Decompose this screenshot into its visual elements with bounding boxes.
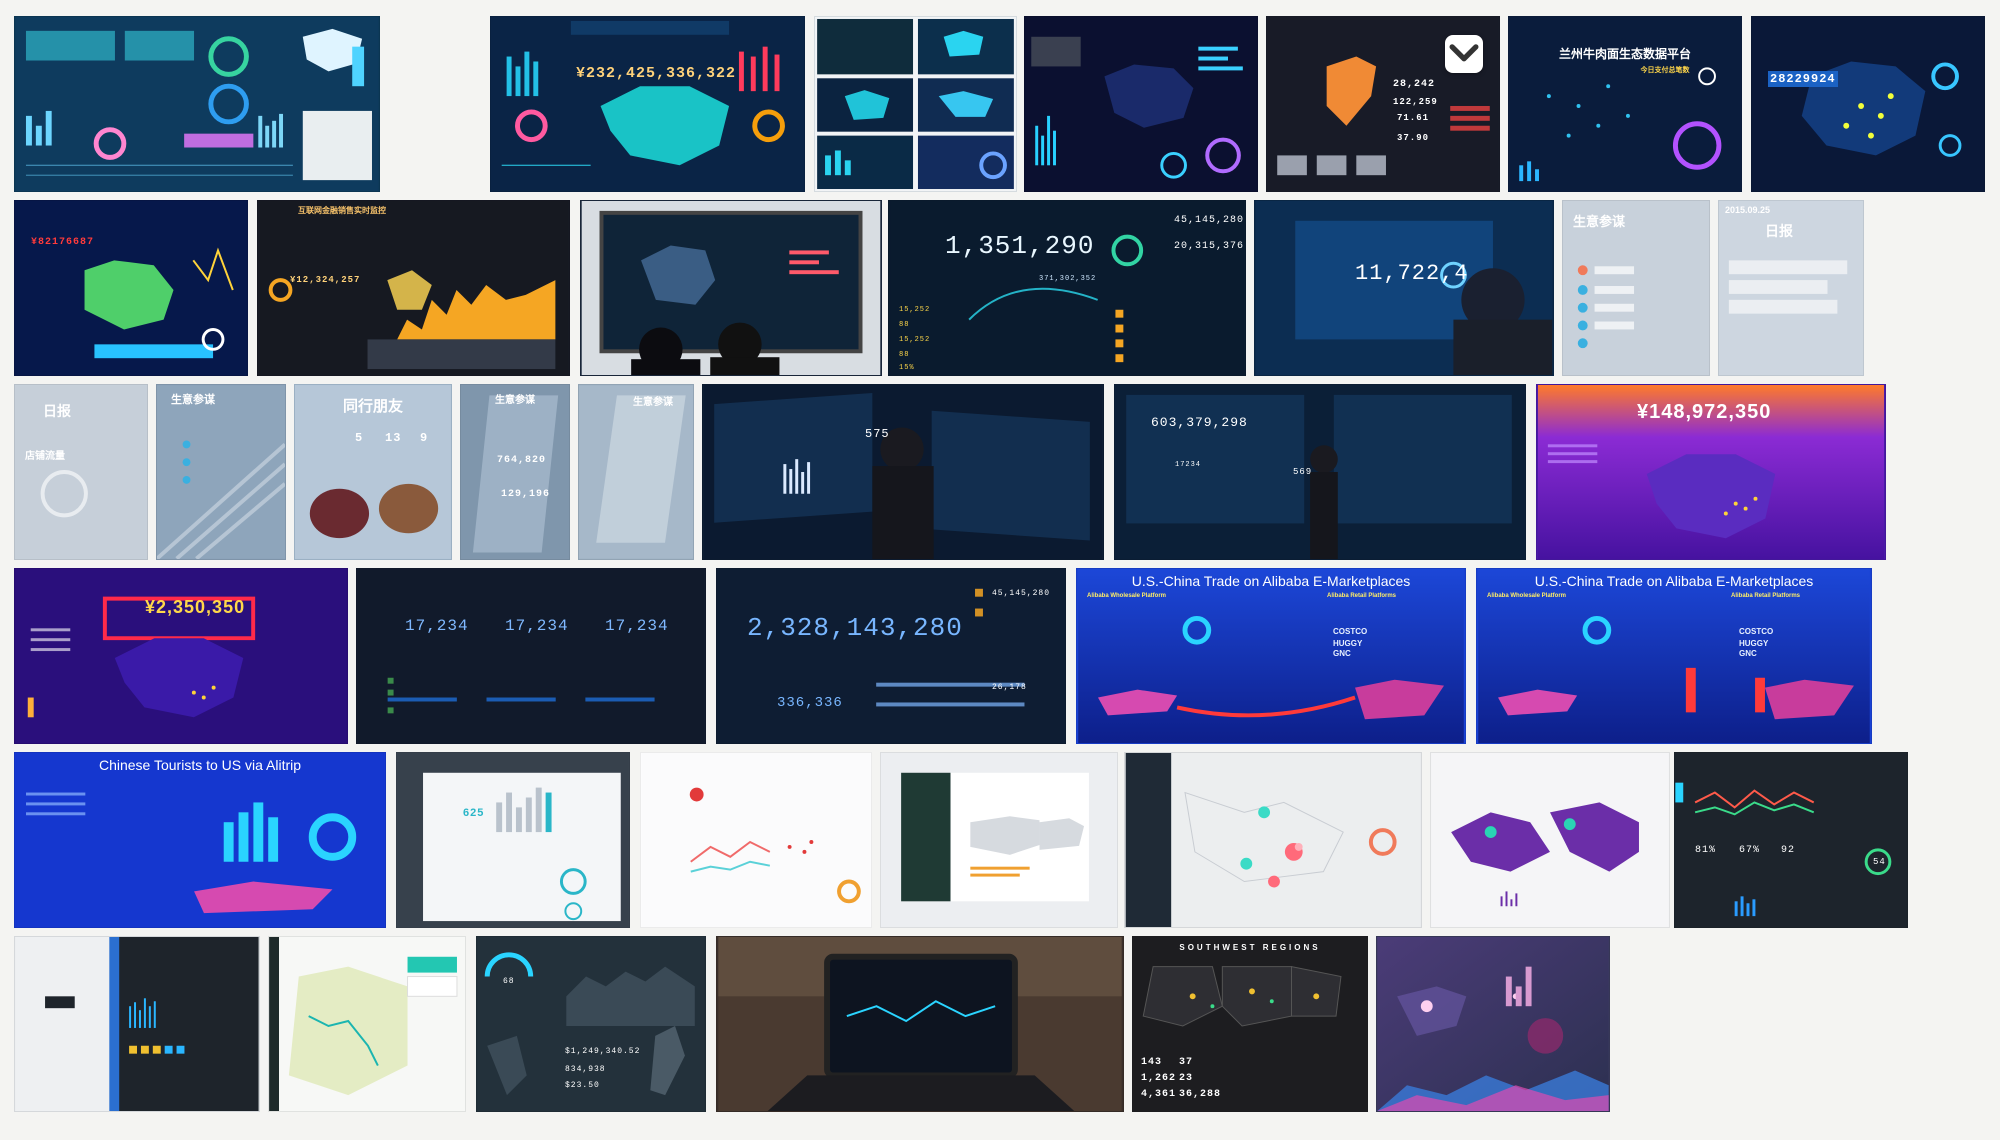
thumbnail-graphic [1133,937,1367,1111]
photo-thumbnail-16[interactable]: 生意参谋 [156,384,286,560]
dashboard-thumbnail-34[interactable]: 81% 67% 92 54 [1674,752,1908,928]
thumbnail-graphic [718,937,1122,1111]
thumbnail-graphic [269,937,465,1111]
dashboard-thumbnail-28[interactable]: Chinese Tourists to US via Alitrip [14,752,386,928]
thumbnail-graphic [461,385,569,559]
photo-thumbnail-38[interactable] [716,936,1124,1112]
chevron-down-icon [1449,44,1479,62]
dashboard-thumbnail-27[interactable]: U.S.-China Trade on Alibaba E-Marketplac… [1476,568,1872,744]
thumbnail-graphic [641,753,871,927]
thumbnail-graphic [1537,385,1885,559]
dashboard-thumbnail-25[interactable]: 2,328,143,280 336,336 45,145,280 26,178 [716,568,1066,744]
thumbnail-graphic [397,753,629,927]
photo-thumbnail-12[interactable]: 11,722,4 [1254,200,1554,376]
dashboard-thumbnail-5[interactable]: 28,242 122,259 71.61 37.90 [1266,16,1500,192]
photo-thumbnail-20[interactable]: 575 [702,384,1104,560]
photo-thumbnail-14[interactable]: 2015.09.25 日报 [1718,200,1864,376]
dashboard-thumbnail-4[interactable] [1024,16,1258,192]
thumbnail-graphic [717,569,1065,743]
thumbnail-graphic [15,201,247,375]
thumbnail-graphic [1377,937,1609,1111]
dashboard-thumbnail-1[interactable] [14,16,380,192]
thumbnail-graphic [1719,201,1863,375]
dashboard-thumbnail-9[interactable]: 互联网金融销售实时监控 ¥12,324,257 [257,200,570,376]
dashboard-thumbnail-33[interactable] [1430,752,1670,928]
thumbnail-graphic [704,385,1102,559]
dashboard-thumbnail-35[interactable] [14,936,260,1112]
thumbnail-graphic [1563,201,1709,375]
thumbnail-graphic [1025,17,1257,191]
thumbnail-graphic [1431,753,1669,927]
thumbnail-graphic [491,17,804,191]
image-results-grid: ¥232,425,336,322 28,242 122,259 71.61 37… [0,0,2000,1140]
photo-thumbnail-19[interactable]: 生意参谋 [578,384,694,560]
dashboard-thumbnail-31[interactable] [880,752,1118,928]
thumbnail-graphic [1752,17,1984,191]
thumbnail-graphic [15,937,259,1111]
thumbnail-graphic [295,385,451,559]
dashboard-thumbnail-29[interactable]: 625 [396,752,630,928]
expand-results-button[interactable] [1445,35,1483,73]
dashboard-thumbnail-6[interactable]: 兰州牛肉面生态数据平台 今日支付总笔数 [1508,16,1742,192]
thumbnail-graphic [357,569,705,743]
thumbnail-graphic [1078,569,1464,743]
photo-thumbnail-15[interactable]: 日报 店铺流量 [14,384,148,560]
photo-thumbnail-18[interactable]: 生意参谋 764,820 129,196 [460,384,570,560]
thumbnail-graphic [581,201,881,375]
dashboard-thumbnail-2[interactable]: ¥232,425,336,322 [490,16,805,192]
thumbnail-graphic [1116,385,1524,559]
photo-thumbnail-21[interactable]: 603,379,298 17234 569 [1114,384,1526,560]
thumbnail-graphic [16,17,378,191]
dashboard-thumbnail-8[interactable]: ¥82176687 [14,200,248,376]
dashboard-thumbnail-39[interactable]: SOUTHWEST REGIONS 143 37 1,262 23 4,361 … [1132,936,1368,1112]
thumbnail-graphic [1675,753,1907,927]
dashboard-thumbnail-37[interactable]: 68 $1,249,340.52 834,938 $23.50 [476,936,706,1112]
thumbnail-graphic [881,753,1117,927]
thumbnail-graphic [477,937,705,1111]
thumbnail-graphic [1509,17,1741,191]
dashboard-thumbnail-26[interactable]: U.S.-China Trade on Alibaba E-Marketplac… [1076,568,1466,744]
photo-thumbnail-17[interactable]: 同行朋友 5 13 9 [294,384,452,560]
thumbnail-graphic [579,385,693,559]
thumbnail-graphic [15,385,147,559]
dashboard-thumbnail-7[interactable]: 28229924 [1751,16,1985,192]
thumbnail-graphic [157,385,285,559]
thumbnail-graphic [815,17,1016,191]
dashboard-thumbnail-32[interactable] [1124,752,1422,928]
dashboard-thumbnail-36[interactable] [268,936,466,1112]
dashboard-thumbnail-22[interactable]: ¥148,972,350 [1536,384,1886,560]
thumbnail-graphic [890,201,1244,375]
dashboard-collage-thumbnail[interactable] [814,16,1017,192]
thumbnail-graphic [1478,569,1870,743]
dashboard-thumbnail-30[interactable] [640,752,872,928]
thumbnail-graphic [16,753,384,927]
thumbnail-graphic [1125,753,1421,927]
dashboard-thumbnail-24[interactable]: 17,234 17,234 17,234 [356,568,706,744]
dashboard-thumbnail-11[interactable]: 1,351,290 45,145,280 20,315,376 15,252 8… [888,200,1246,376]
dashboard-thumbnail-23[interactable]: ¥2,350,350 [14,568,348,744]
dashboard-thumbnail-40[interactable] [1376,936,1610,1112]
thumbnail-graphic [258,201,569,375]
photo-thumbnail-10[interactable] [580,200,882,376]
thumbnail-graphic [1255,201,1553,375]
photo-thumbnail-13[interactable]: 生意参谋 [1562,200,1710,376]
thumbnail-graphic [15,569,347,743]
